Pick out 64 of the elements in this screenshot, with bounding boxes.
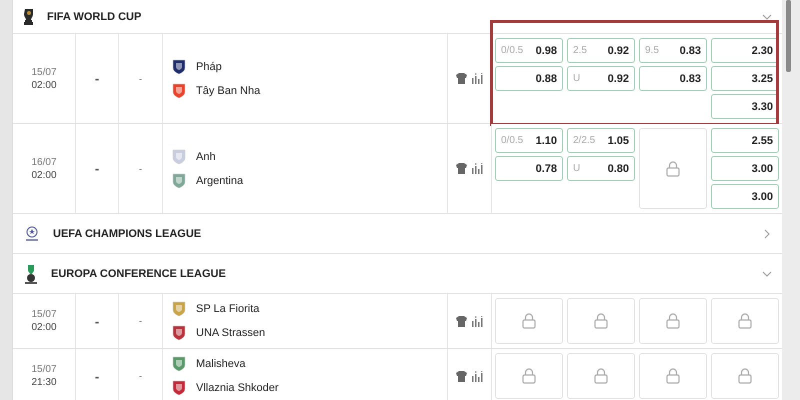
team-name: UNA Strassen — [196, 327, 266, 339]
team-name: Tây Ban Nha — [196, 84, 260, 96]
lock-icon — [522, 313, 536, 329]
match-time: 02:00 — [31, 321, 57, 334]
odds-button[interactable]: 0.88 — [495, 66, 563, 91]
score-text: - — [139, 164, 142, 174]
lock-icon — [738, 368, 752, 384]
lock-icon — [666, 313, 680, 329]
team-name: Anh — [196, 150, 216, 162]
odds-button[interactable]: 2/2.5 1.05 — [567, 128, 635, 153]
team-name: Vllaznia Shkoder — [196, 382, 279, 394]
lock-icon — [522, 368, 536, 384]
odds-button[interactable]: 3.25 — [711, 66, 779, 91]
lock-icon — [666, 368, 680, 384]
odds-button[interactable]: 2.5 0.92 — [567, 38, 635, 63]
score-text: - — [94, 368, 100, 384]
stats-icon[interactable] — [472, 370, 484, 382]
score-text: - — [94, 161, 100, 176]
odds-button[interactable]: 3.30 — [711, 94, 779, 119]
odds-button[interactable]: 9.5 0.83 — [639, 38, 707, 63]
team-name: Pháp — [196, 60, 222, 72]
match-date: 15/07 — [31, 308, 57, 321]
lock-icon — [666, 160, 680, 176]
score-text: - — [139, 371, 142, 381]
shirt-icon[interactable] — [456, 163, 466, 174]
odds-button[interactable]: 0/0.5 0.98 — [495, 38, 563, 63]
match-time: 02:00 — [31, 78, 57, 92]
odds-button[interactable]: 2.55 — [711, 128, 779, 153]
trophy-icon — [23, 8, 35, 26]
match-date: 15/07 — [31, 66, 57, 78]
stats-icon[interactable] — [472, 163, 484, 174]
team-name: SP La Fiorita — [196, 303, 260, 315]
odds-button[interactable]: U 0.92 — [567, 66, 635, 91]
league-header[interactable]: UEFA CHAMPIONS LEAGUE — [13, 214, 782, 254]
shirt-icon[interactable] — [456, 370, 466, 382]
chevron-icon[interactable] — [762, 12, 772, 22]
team-name: Malisheva — [196, 358, 246, 370]
match-date: 16/07 — [31, 156, 57, 168]
match-time: 21:30 — [31, 376, 57, 389]
odds-button[interactable]: 3.00 — [711, 156, 779, 181]
lock-icon — [594, 313, 608, 329]
shirt-icon[interactable] — [456, 316, 466, 326]
stats-icon[interactable] — [472, 316, 484, 326]
stats-icon[interactable] — [472, 73, 484, 84]
odds-button[interactable]: 3.00 — [711, 184, 779, 209]
score-text: - — [94, 314, 100, 328]
score-text: - — [94, 71, 100, 86]
team-name: Argentina — [196, 174, 244, 186]
lock-icon — [594, 368, 608, 384]
odds-button[interactable]: 0/0.5 1.10 — [495, 128, 563, 153]
shirt-icon[interactable] — [456, 73, 466, 84]
score-text: - — [139, 316, 142, 326]
odds-button[interactable]: 0.83 — [639, 66, 707, 91]
score-text: - — [139, 74, 142, 84]
star-ball-icon — [23, 224, 41, 242]
odds-button[interactable]: 2.30 — [711, 38, 779, 63]
odds-button[interactable]: U 0.80 — [567, 156, 635, 181]
chevron-icon[interactable] — [762, 268, 772, 278]
match-time: 02:00 — [31, 168, 57, 182]
odds-button[interactable]: 0.78 — [495, 156, 563, 181]
chevron-icon[interactable] — [762, 228, 772, 238]
match-date: 15/07 — [31, 363, 57, 376]
cup-icon — [23, 264, 39, 284]
lock-icon — [738, 313, 752, 329]
